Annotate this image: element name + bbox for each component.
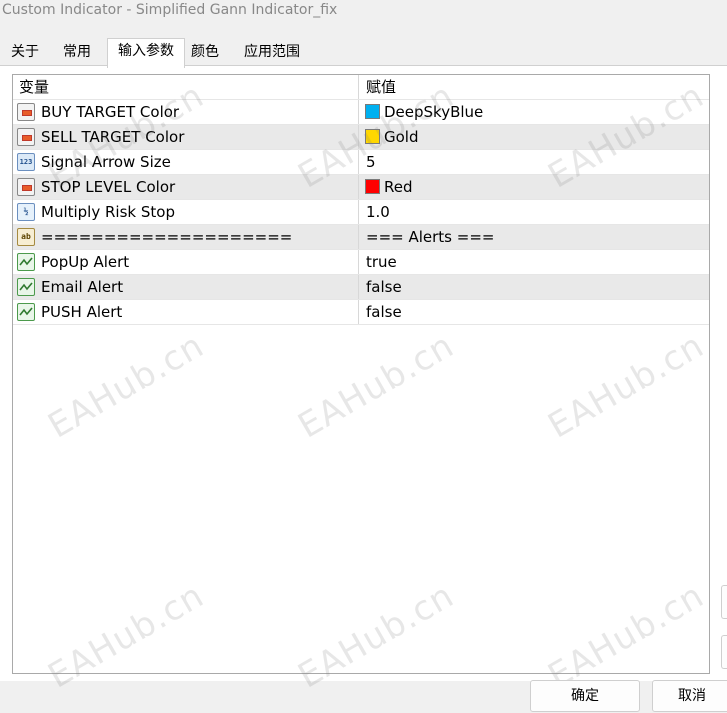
color-param-icon: [17, 178, 35, 196]
cancel-button[interactable]: 取消: [652, 680, 727, 712]
param-name: STOP LEVEL Color: [41, 178, 176, 196]
tab-inputs[interactable]: 输入参数: [107, 38, 185, 68]
color-param-icon: [17, 128, 35, 146]
param-name: Email Alert: [41, 278, 124, 296]
bool-param-icon: [17, 303, 35, 321]
inputs-panel: 变量 赋值 BUY TARGET Color DeepSkyBlue SELL …: [0, 65, 727, 696]
bool-param-icon: [17, 278, 35, 296]
param-value[interactable]: Red: [384, 175, 413, 199]
param-value[interactable]: false: [366, 300, 402, 324]
tab-about[interactable]: 关于: [2, 40, 48, 64]
param-name: PopUp Alert: [41, 253, 130, 271]
parameters-grid: 变量 赋值 BUY TARGET Color DeepSkyBlue SELL …: [12, 74, 710, 674]
param-value[interactable]: 5: [366, 150, 376, 174]
table-row[interactable]: ½ Multiply Risk Stop 1.0: [13, 200, 709, 225]
color-swatch: [365, 179, 380, 194]
tab-common[interactable]: 常用: [54, 40, 100, 64]
table-row[interactable]: PopUp Alert true: [13, 250, 709, 275]
double-param-icon: ½: [17, 203, 35, 221]
window-title: Custom Indicator - Simplified Gann Indic…: [2, 2, 338, 18]
table-row[interactable]: SELL TARGET Color Gold: [13, 125, 709, 150]
color-swatch: [365, 104, 380, 119]
color-param-icon: [17, 103, 35, 121]
table-row[interactable]: BUY TARGET Color DeepSkyBlue: [13, 100, 709, 125]
table-row[interactable]: ab ==================== === Alerts ===: [13, 225, 709, 250]
tab-visualization[interactable]: 应用范围: [236, 40, 308, 64]
table-row[interactable]: STOP LEVEL Color Red: [13, 175, 709, 200]
side-button[interactable]: [721, 635, 727, 669]
param-name: PUSH Alert: [41, 303, 123, 321]
param-value[interactable]: DeepSkyBlue: [384, 100, 483, 124]
param-name: BUY TARGET Color: [41, 103, 180, 121]
header-variable: 变量: [19, 78, 50, 96]
param-value[interactable]: === Alerts ===: [366, 225, 494, 249]
ok-button[interactable]: 确定: [530, 680, 640, 712]
bool-param-icon: [17, 253, 35, 271]
side-button[interactable]: [721, 585, 727, 619]
grid-header: 变量 赋值: [13, 75, 709, 100]
param-value[interactable]: 1.0: [366, 200, 390, 224]
color-swatch: [365, 129, 380, 144]
tab-colors[interactable]: 颜色: [185, 40, 225, 64]
param-value[interactable]: false: [366, 275, 402, 299]
table-row[interactable]: PUSH Alert false: [13, 300, 709, 325]
param-value[interactable]: Gold: [384, 125, 419, 149]
header-value: 赋值: [366, 78, 397, 96]
param-value[interactable]: true: [366, 250, 397, 274]
table-row[interactable]: Email Alert false: [13, 275, 709, 300]
table-row[interactable]: 123 Signal Arrow Size 5: [13, 150, 709, 175]
param-name: Multiply Risk Stop: [41, 203, 175, 221]
string-param-icon: ab: [17, 228, 35, 246]
param-name: SELL TARGET Color: [41, 128, 185, 146]
param-name: ====================: [41, 228, 293, 246]
integer-param-icon: 123: [17, 153, 35, 171]
tab-bar: 关于 常用 输入参数 颜色 应用范围: [0, 38, 727, 68]
param-name: Signal Arrow Size: [41, 153, 171, 171]
